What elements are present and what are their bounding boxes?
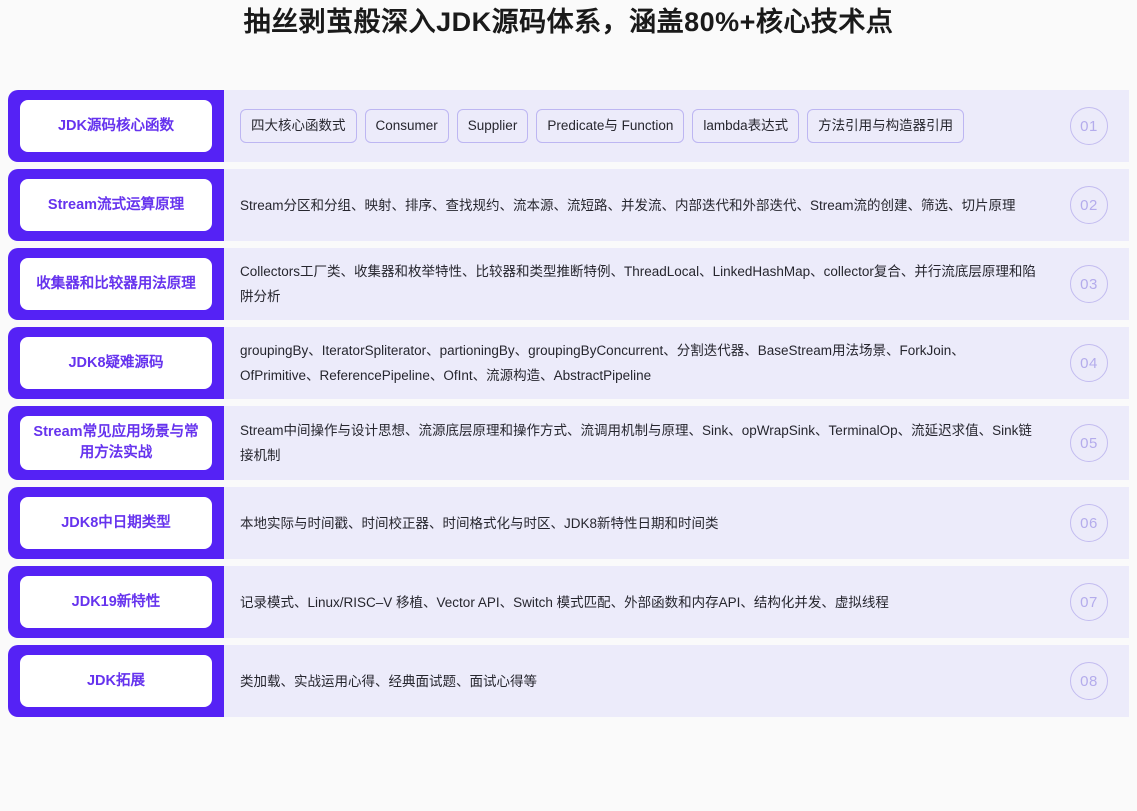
curriculum-row-body: Stream分区和分组、映射、排序、查找规约、流本源、流短路、并发流、内部迭代和… [224, 169, 1129, 241]
curriculum-row-number-badge: 04 [1070, 344, 1108, 382]
curriculum-row-body: 四大核心函数式ConsumerSupplierPredicate与 Functi… [224, 90, 1129, 162]
curriculum-row-description: 记录模式、Linux/RISC–V 移植、Vector API、Switch 模… [240, 590, 1049, 615]
curriculum-row-description: Stream分区和分组、映射、排序、查找规约、流本源、流短路、并发流、内部迭代和… [240, 193, 1049, 218]
curriculum-row-number-badge: 08 [1070, 662, 1108, 700]
curriculum-row-description: groupingBy、IteratorSpliterator、partionin… [240, 338, 1049, 388]
curriculum-row-label-text: JDK8疑难源码 [20, 337, 212, 389]
curriculum-row[interactable]: JDK拓展 类加载、实战运用心得、经典面试题、面试心得等 08 [8, 645, 1129, 717]
curriculum-row[interactable]: JDK8中日期类型本地实际与时间戳、时间校正器、时间格式化与时区、JDK8新特性… [8, 487, 1129, 559]
curriculum-tag[interactable]: Consumer [365, 109, 449, 143]
curriculum-row-description: 类加载、实战运用心得、经典面试题、面试心得等 [240, 669, 1049, 694]
curriculum-row-number-badge: 07 [1070, 583, 1108, 621]
curriculum-row-label-text: JDK8中日期类型 [20, 497, 212, 549]
curriculum-row-body: Stream中间操作与设计思想、流源底层原理和操作方式、流调用机制与原理、Sin… [224, 406, 1129, 480]
curriculum-tag-list: 四大核心函数式ConsumerSupplierPredicate与 Functi… [240, 109, 1049, 143]
curriculum-row-label: JDK19新特性 [8, 566, 224, 638]
curriculum-list: JDK源码核心函数四大核心函数式ConsumerSupplierPredicat… [0, 90, 1137, 717]
curriculum-row-number: 01 [1049, 107, 1129, 145]
curriculum-row-body: groupingBy、IteratorSpliterator、partionin… [224, 327, 1129, 399]
curriculum-row-body: 记录模式、Linux/RISC–V 移植、Vector API、Switch 模… [224, 566, 1129, 638]
curriculum-row-label: 收集器和比较器用法原理 [8, 248, 224, 320]
curriculum-row-label-text: JDK拓展 [20, 655, 212, 707]
curriculum-row[interactable]: JDK源码核心函数四大核心函数式ConsumerSupplierPredicat… [8, 90, 1129, 162]
curriculum-row-label-text: Stream常见应用场景与常用方法实战 [20, 416, 212, 470]
curriculum-row[interactable]: Stream常见应用场景与常用方法实战 Stream中间操作与设计思想、流源底层原… [8, 406, 1129, 480]
page-title: 抽丝剥茧般深入JDK源码体系，涵盖80%+核心技术点 [0, 0, 1137, 42]
curriculum-row[interactable]: 收集器和比较器用法原理 Collectors工厂类、收集器和枚举特性、比较器和类型… [8, 248, 1129, 320]
curriculum-row[interactable]: Stream流式运算原理 Stream分区和分组、映射、排序、查找规约、流本源、流… [8, 169, 1129, 241]
curriculum-row-label-text: JDK源码核心函数 [20, 100, 212, 152]
curriculum-row-number: 07 [1049, 583, 1129, 621]
curriculum-row-body: 类加载、实战运用心得、经典面试题、面试心得等 08 [224, 645, 1129, 717]
curriculum-row-label: Stream常见应用场景与常用方法实战 [8, 406, 224, 480]
curriculum-row-label-text: JDK19新特性 [20, 576, 212, 628]
curriculum-row-description: Collectors工厂类、收集器和枚举特性、比较器和类型推断特例、Thread… [240, 259, 1049, 309]
curriculum-row-number-badge: 03 [1070, 265, 1108, 303]
curriculum-tag[interactable]: 方法引用与构造器引用 [807, 109, 964, 143]
curriculum-tag[interactable]: Supplier [457, 109, 529, 143]
curriculum-row[interactable]: JDK8疑难源码 groupingBy、IteratorSpliterator、p… [8, 327, 1129, 399]
curriculum-row-description: 本地实际与时间戳、时间校正器、时间格式化与时区、JDK8新特性日期和时间类 [240, 511, 1049, 536]
curriculum-row-label: JDK8疑难源码 [8, 327, 224, 399]
curriculum-row-body: Collectors工厂类、收集器和枚举特性、比较器和类型推断特例、Thread… [224, 248, 1129, 320]
curriculum-row-number: 03 [1049, 265, 1129, 303]
curriculum-tag[interactable]: lambda表达式 [692, 109, 799, 143]
curriculum-row-number: 02 [1049, 186, 1129, 224]
curriculum-row-label-text: 收集器和比较器用法原理 [20, 258, 212, 310]
curriculum-tag[interactable]: Predicate与 Function [536, 109, 684, 143]
curriculum-row[interactable]: JDK19新特性 记录模式、Linux/RISC–V 移植、Vector API、… [8, 566, 1129, 638]
curriculum-row-label: Stream流式运算原理 [8, 169, 224, 241]
curriculum-row-number-badge: 05 [1070, 424, 1108, 462]
curriculum-row-body: 本地实际与时间戳、时间校正器、时间格式化与时区、JDK8新特性日期和时间类 06 [224, 487, 1129, 559]
curriculum-row-number-badge: 06 [1070, 504, 1108, 542]
curriculum-row-number-badge: 02 [1070, 186, 1108, 224]
curriculum-row-number: 06 [1049, 504, 1129, 542]
curriculum-row-number-badge: 01 [1070, 107, 1108, 145]
curriculum-row-label: JDK8中日期类型 [8, 487, 224, 559]
curriculum-row-label: JDK拓展 [8, 645, 224, 717]
curriculum-row-number: 05 [1049, 424, 1129, 462]
curriculum-row-description: Stream中间操作与设计思想、流源底层原理和操作方式、流调用机制与原理、Sin… [240, 418, 1049, 468]
curriculum-row-label: JDK源码核心函数 [8, 90, 224, 162]
curriculum-row-label-text: Stream流式运算原理 [20, 179, 212, 231]
curriculum-row-number: 04 [1049, 344, 1129, 382]
curriculum-row-number: 08 [1049, 662, 1129, 700]
curriculum-tag[interactable]: 四大核心函数式 [240, 109, 357, 143]
